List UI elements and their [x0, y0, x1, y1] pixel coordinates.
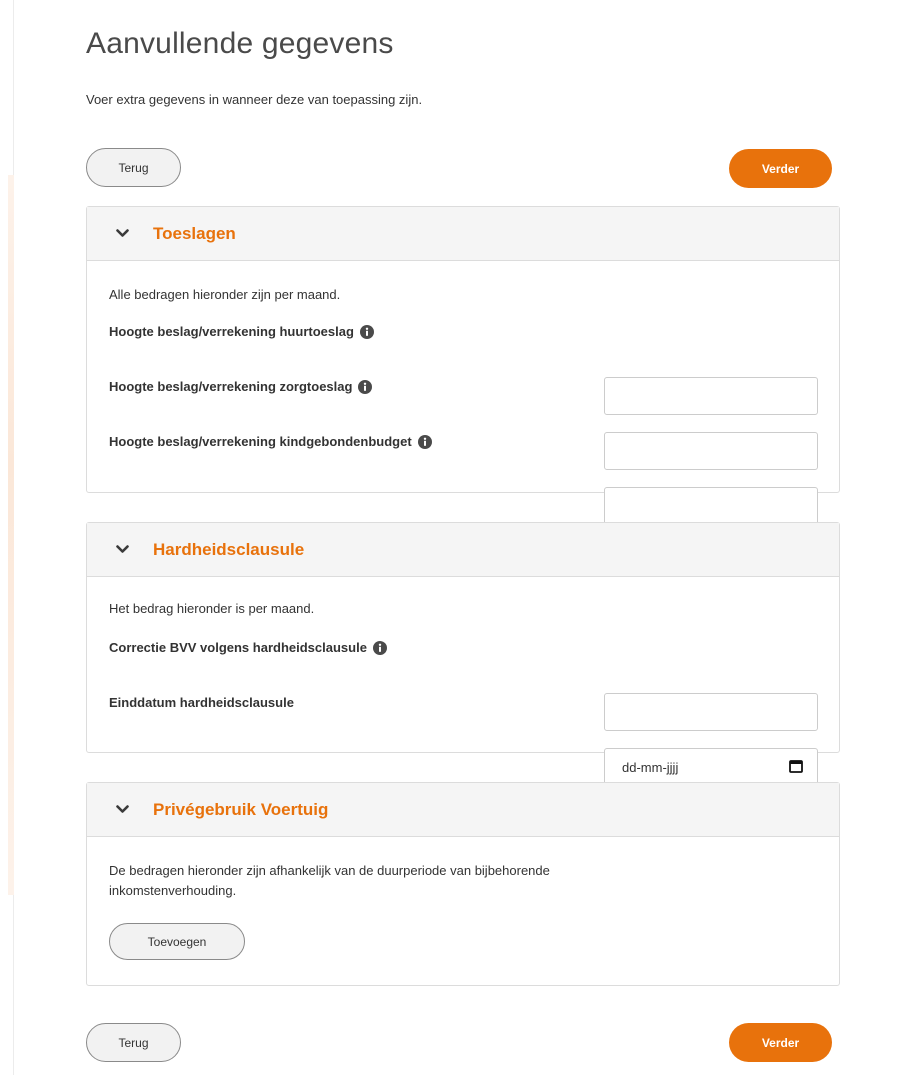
panel-title: Privégebruik Voertuig — [153, 799, 329, 819]
section-note: Alle bedragen hieronder zijn per maand. — [109, 287, 341, 302]
page-intro: Voer extra gegevens in wanneer deze van … — [86, 92, 423, 107]
zorgtoeslag-input[interactable] — [604, 432, 818, 470]
section-note: Het bedrag hieronder is per maand. — [109, 601, 315, 616]
section-note-line1: De bedragen hieronder zijn afhankelijk v… — [109, 863, 550, 878]
panel-title: Hardheidsclausule — [153, 539, 305, 559]
date-placeholder: dd-mm-jjjj — [622, 759, 679, 775]
add-vehicle-button[interactable]: Toevoegen — [109, 923, 245, 960]
panel-title: Toeslagen — [153, 223, 236, 243]
panel-hardheidsclausule: Hardheidsclausule Het bedrag hieronder i… — [86, 522, 840, 786]
panel-hardheidsclausule-body: Het bedrag hieronder is per maand. Corre… — [87, 577, 839, 786]
info-icon[interactable] — [358, 379, 373, 394]
panel-voertuig-body: De bedragen hieronder zijn afhankelijk v… — [87, 837, 839, 986]
field-label-text: Hoogte beslag/verrekening zorgtoeslag — [109, 379, 353, 394]
field-label-text: Correctie BVV volgens hardheidsclausule — [109, 640, 367, 655]
field-label-text: Einddatum hardheidsclausule — [109, 695, 294, 710]
correctie-bvv-input[interactable] — [604, 693, 818, 731]
next-button-bottom[interactable]: Verder — [729, 1023, 832, 1062]
panel-voertuig: Privégebruik Voertuig De bedragen hieron… — [86, 782, 840, 986]
next-button-top[interactable]: Verder — [729, 149, 832, 188]
back-button-bottom[interactable]: Terug — [86, 1023, 181, 1062]
field-label-text: Hoogte beslag/verrekening huurtoeslag — [109, 324, 354, 339]
panel-toeslagen-header[interactable]: Toeslagen — [87, 207, 839, 261]
kindgebondenbudget-label: Hoogte beslag/verrekening kindgebondenbu… — [109, 434, 432, 449]
info-icon[interactable] — [372, 640, 387, 655]
field-label-text: Hoogte beslag/verrekening kindgebondenbu… — [109, 434, 412, 449]
kindgebondenbudget-input[interactable] — [604, 487, 818, 525]
left-edge-strip — [0, 0, 14, 1075]
huurtoeslag-input[interactable] — [604, 377, 818, 415]
correctie-bvv-label: Correctie BVV volgens hardheidsclausule — [109, 640, 387, 655]
page-title: Aanvullende gegevens — [86, 27, 394, 60]
chevron-down-icon[interactable] — [115, 543, 129, 557]
info-icon[interactable] — [417, 434, 432, 449]
zorgtoeslag-label: Hoogte beslag/verrekening zorgtoeslag — [109, 379, 373, 394]
einddatum-label: Einddatum hardheidsclausule — [109, 695, 294, 710]
chevron-down-icon[interactable] — [115, 227, 129, 241]
panel-toeslagen: Toeslagen Alle bedragen hieronder zijn p… — [86, 206, 840, 525]
back-button-top[interactable]: Terug — [86, 148, 181, 187]
section-note-line2: inkomstenverhouding. — [109, 883, 237, 898]
info-icon[interactable] — [359, 324, 374, 339]
left-edge-accent — [8, 175, 14, 895]
panel-toeslagen-body: Alle bedragen hieronder zijn per maand. … — [87, 261, 839, 525]
einddatum-date-input[interactable]: dd-mm-jjjj — [604, 748, 818, 786]
panel-hardheidsclausule-header[interactable]: Hardheidsclausule — [87, 523, 839, 577]
calendar-icon[interactable] — [789, 759, 803, 776]
panel-voertuig-header[interactable]: Privégebruik Voertuig — [87, 783, 839, 837]
huurtoeslag-label: Hoogte beslag/verrekening huurtoeslag — [109, 324, 374, 339]
chevron-down-icon[interactable] — [115, 803, 129, 817]
